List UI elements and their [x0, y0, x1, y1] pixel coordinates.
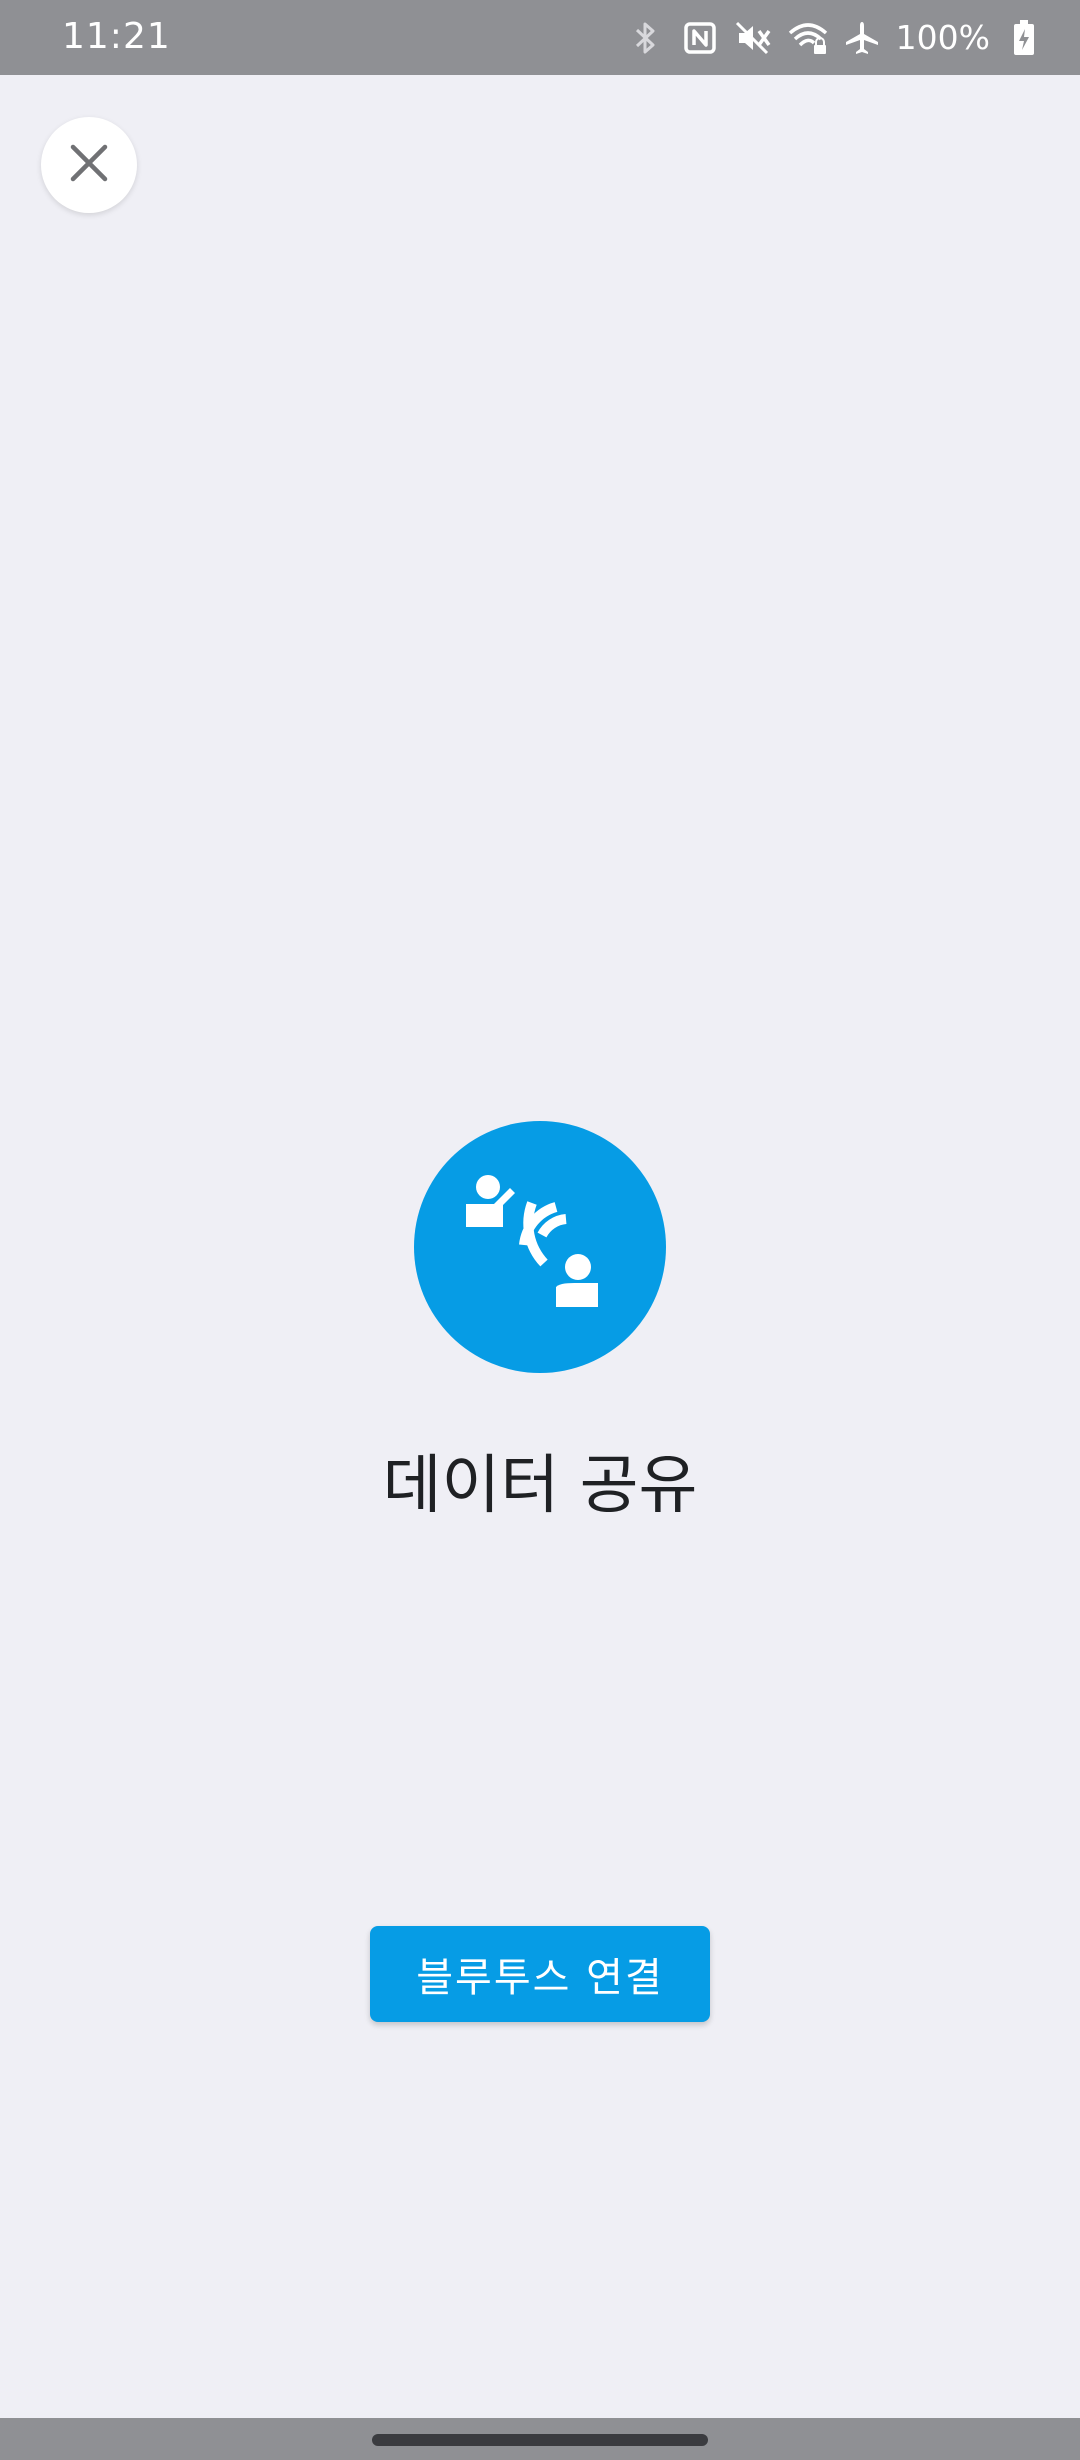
airplane-icon [842, 18, 882, 58]
close-icon [69, 143, 109, 187]
vibrate-mute-icon [734, 18, 774, 58]
battery-percentage: 100% [895, 18, 990, 57]
status-time: 11:21 [62, 16, 171, 57]
page-title: 데이터 공유 [382, 1449, 698, 1523]
status-icons: 100% [626, 0, 1044, 75]
bluetooth-connect-button[interactable]: 블루투스 연결 [370, 1926, 710, 2022]
home-indicator[interactable] [372, 2434, 708, 2446]
nfc-icon [680, 18, 720, 58]
navigation-bar [0, 2418, 1080, 2460]
bluetooth-icon [626, 18, 666, 58]
close-button[interactable] [41, 117, 137, 213]
wifi-lock-icon [788, 18, 828, 58]
status-bar: 11:21 100% [0, 0, 1080, 75]
data-sharing-badge [414, 1121, 666, 1373]
data-sharing-icon [460, 1165, 620, 1329]
battery-charging-icon [1004, 18, 1044, 58]
